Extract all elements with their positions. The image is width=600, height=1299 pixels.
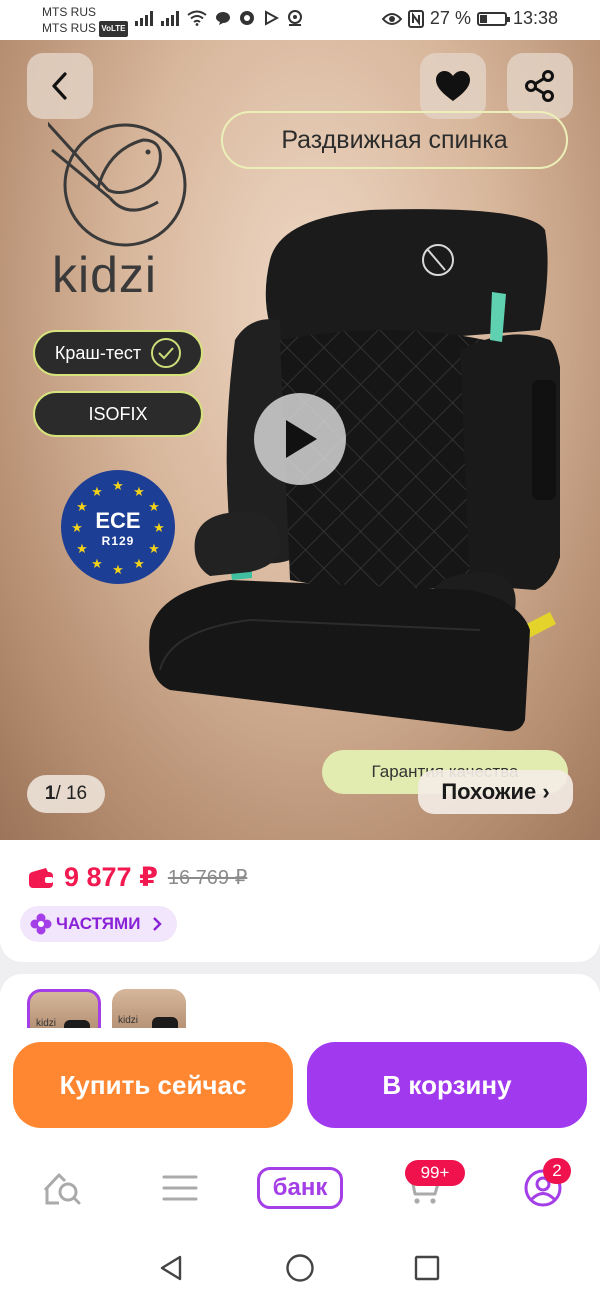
signal-icon-2 <box>161 10 179 26</box>
carrier-labels: MTS RUS MTS RUS VoLTE <box>42 4 128 37</box>
nav-home[interactable] <box>38 1162 86 1214</box>
bottom-nav: банк 99+ 2 <box>0 1138 600 1238</box>
wifi-icon <box>187 10 207 26</box>
flower-icon <box>30 913 52 935</box>
home-search-icon <box>43 1173 81 1205</box>
heart-icon <box>436 71 470 101</box>
thumbnail-brand: kidzi <box>118 1015 139 1026</box>
volte-badge: VoLTE <box>99 20 128 37</box>
menu-icon <box>162 1175 198 1201</box>
current-price: 9 877 ₽ <box>64 862 158 892</box>
battery-percent: 27 % <box>429 8 471 28</box>
chat-icon <box>216 12 230 25</box>
status-icons <box>135 10 305 26</box>
product-screen: MTS RUS MTS RUS VoLTE 27 % 13:38 kidzi Р… <box>0 0 600 1299</box>
nfc-icon <box>288 10 302 26</box>
feature-tag: Раздвижная спинка <box>221 111 568 169</box>
carrier-2: MTS RUS <box>42 21 96 35</box>
app-icon <box>240 11 254 25</box>
price-card: 9 877 ₽ 16 769 ₽ ЧАСТЯМИ <box>0 840 600 962</box>
installments-button[interactable]: ЧАСТЯМИ <box>20 906 177 942</box>
status-right: 27 % 13:38 <box>381 8 558 29</box>
status-bar: MTS RUS MTS RUS VoLTE 27 % 13:38 <box>0 0 600 40</box>
favorite-button[interactable] <box>420 53 486 119</box>
share-button[interactable] <box>507 53 573 119</box>
play-video-button[interactable] <box>254 393 346 485</box>
system-back-button[interactable] <box>155 1252 187 1284</box>
system-recents-button[interactable] <box>411 1252 443 1284</box>
isofix-label: ISOFIX <box>88 403 148 424</box>
nfc-n-icon <box>407 9 424 28</box>
crash-test-label: Краш-тест <box>54 342 142 363</box>
similar-button[interactable]: Похожие › <box>418 770 573 814</box>
svg-text:★: ★ <box>91 557 103 572</box>
play-store-icon <box>265 10 279 26</box>
clock: 13:38 <box>512 8 558 28</box>
back-button[interactable] <box>27 53 93 119</box>
chevron-right-icon <box>153 917 163 931</box>
profile-badge: 2 <box>543 1158 571 1184</box>
installments-label: ЧАСТЯМИ <box>56 914 141 933</box>
svg-text:★: ★ <box>112 563 124 578</box>
add-to-cart-button[interactable]: В корзину <box>307 1042 587 1128</box>
carrier-1: MTS RUS <box>42 5 96 19</box>
nav-bank[interactable]: банк <box>257 1162 343 1214</box>
signal-icon <box>135 10 153 26</box>
circle-home-icon <box>286 1254 314 1282</box>
play-icon <box>286 420 317 458</box>
counter-total: / 16 <box>55 783 88 804</box>
cart-badge: 99+ <box>405 1160 465 1186</box>
counter-current: 1 <box>44 783 56 804</box>
old-price: 16 769 ₽ <box>167 867 248 889</box>
price-row: 9 877 ₽ 16 769 ₽ <box>28 862 247 893</box>
car-seat-image <box>149 209 560 732</box>
square-recents-icon <box>414 1255 440 1281</box>
svg-text:★: ★ <box>91 485 103 500</box>
eye-icon <box>381 12 402 25</box>
battery-icon <box>476 11 510 26</box>
buy-now-button[interactable]: Купить сейчас <box>13 1042 293 1128</box>
buy-panel: Купить сейчас В корзину <box>0 1028 600 1138</box>
battery-fill <box>479 14 487 23</box>
svg-text:★: ★ <box>112 479 124 494</box>
chevron-left-icon <box>52 72 67 100</box>
triangle-back-icon <box>160 1255 182 1281</box>
system-nav-bar <box>0 1238 600 1299</box>
system-home-button[interactable] <box>284 1252 316 1284</box>
share-icon <box>525 70 554 102</box>
image-counter: 1 / 16 <box>27 775 105 813</box>
nav-catalog[interactable] <box>160 1162 200 1214</box>
product-gallery[interactable]: kidzi Раздвижная спинка Краш-тест ISOFIX… <box>0 40 600 840</box>
wallet-icon <box>29 867 53 888</box>
bank-label: банк <box>257 1167 343 1209</box>
